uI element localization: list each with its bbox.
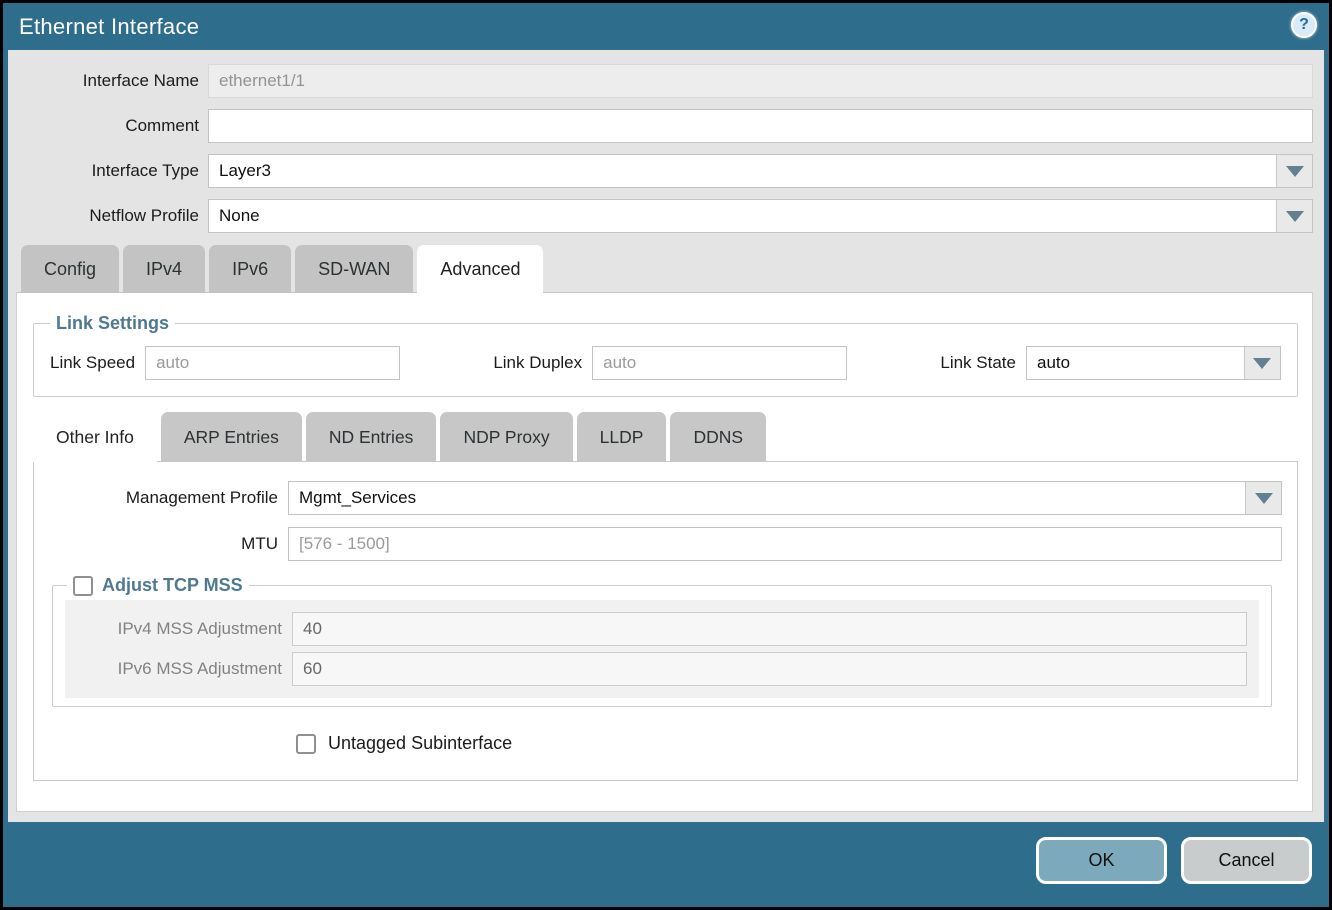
link-state-dropdown[interactable]: auto bbox=[1026, 346, 1281, 380]
link-speed-pair: Link Speed bbox=[50, 346, 400, 380]
adjust-tcp-mss-fieldset: Adjust TCP MSS IPv4 MSS Adjustment IPv6 … bbox=[52, 575, 1272, 707]
cancel-button[interactable]: Cancel bbox=[1181, 837, 1312, 884]
mtu-field bbox=[288, 527, 1282, 561]
interface-name-row: Interface Name bbox=[16, 64, 1313, 98]
adjust-tcp-mss-legend-text: Adjust TCP MSS bbox=[102, 575, 243, 596]
interface-name-label: Interface Name bbox=[16, 71, 208, 91]
dialog-body: Interface Name Comment Interface Type La… bbox=[8, 50, 1324, 822]
tab-nd-entries[interactable]: ND Entries bbox=[306, 412, 437, 462]
link-settings-row: Link Speed Link Duplex Link State bbox=[48, 342, 1283, 380]
tab-other-info[interactable]: Other Info bbox=[33, 412, 157, 462]
ipv6-mss-row: IPv6 MSS Adjustment bbox=[77, 652, 1247, 686]
interface-type-value: Layer3 bbox=[209, 161, 1276, 181]
ipv4-mss-input bbox=[293, 613, 1246, 645]
link-duplex-pair: Link Duplex bbox=[493, 346, 847, 380]
comment-row: Comment bbox=[16, 109, 1313, 143]
chevron-down-icon bbox=[1286, 211, 1304, 222]
help-icon[interactable]: ? bbox=[1291, 12, 1317, 38]
dialog-footer: OK Cancel bbox=[3, 822, 1329, 907]
untagged-subinterface-label: Untagged Subinterface bbox=[328, 733, 512, 754]
tab-ipv6[interactable]: IPv6 bbox=[209, 245, 291, 293]
chevron-down-icon bbox=[1255, 493, 1273, 504]
advanced-tab-panel: Link Settings Link Speed Link Duplex bbox=[16, 292, 1313, 812]
ipv6-mss-label: IPv6 MSS Adjustment bbox=[77, 659, 292, 679]
netflow-profile-dropdown-button[interactable] bbox=[1276, 200, 1312, 232]
adjust-tcp-mss-checkbox[interactable] bbox=[73, 576, 93, 596]
interface-type-label: Interface Type bbox=[16, 161, 208, 181]
management-profile-dropdown[interactable]: Mgmt_Services bbox=[288, 481, 1282, 515]
netflow-profile-row: Netflow Profile None bbox=[16, 199, 1313, 233]
management-profile-row: Management Profile Mgmt_Services bbox=[38, 481, 1282, 515]
link-settings-fieldset: Link Settings Link Speed Link Duplex bbox=[33, 313, 1298, 397]
interface-name-field bbox=[208, 64, 1313, 98]
link-state-pair: Link State auto bbox=[940, 346, 1281, 380]
other-info-panel: Management Profile Mgmt_Services MTU bbox=[33, 461, 1298, 781]
management-profile-value: Mgmt_Services bbox=[289, 488, 1245, 508]
link-state-label: Link State bbox=[940, 353, 1026, 373]
ipv4-mss-row: IPv4 MSS Adjustment bbox=[77, 612, 1247, 646]
untagged-subinterface-row: Untagged Subinterface bbox=[296, 733, 1282, 754]
link-state-value: auto bbox=[1027, 353, 1244, 373]
main-tab-bar: Config IPv4 IPv6 SD-WAN Advanced bbox=[21, 245, 1313, 293]
untagged-subinterface-checkbox[interactable] bbox=[296, 734, 316, 754]
ipv6-mss-field bbox=[292, 652, 1247, 686]
ipv6-mss-input bbox=[293, 653, 1246, 685]
tab-ndp-proxy[interactable]: NDP Proxy bbox=[440, 412, 572, 462]
tab-config[interactable]: Config bbox=[21, 245, 119, 293]
ethernet-interface-dialog: Ethernet Interface ? Interface Name Comm… bbox=[3, 3, 1329, 907]
tab-sdwan[interactable]: SD-WAN bbox=[295, 245, 413, 293]
tab-ipv4[interactable]: IPv4 bbox=[123, 245, 205, 293]
tab-advanced[interactable]: Advanced bbox=[417, 245, 543, 293]
mtu-row: MTU bbox=[38, 527, 1282, 561]
interface-type-dropdown-button[interactable] bbox=[1276, 155, 1312, 187]
tab-lldp[interactable]: LLDP bbox=[577, 412, 667, 462]
comment-field bbox=[208, 109, 1313, 143]
comment-label: Comment bbox=[16, 116, 208, 136]
link-state-dropdown-button[interactable] bbox=[1244, 347, 1280, 379]
link-speed-field bbox=[145, 346, 400, 380]
link-duplex-input[interactable] bbox=[593, 347, 846, 379]
inner-tab-bar: Other Info ARP Entries ND Entries NDP Pr… bbox=[33, 412, 1298, 462]
link-duplex-field bbox=[592, 346, 847, 380]
interface-type-dropdown[interactable]: Layer3 bbox=[208, 154, 1313, 188]
ipv4-mss-field bbox=[292, 612, 1247, 646]
netflow-profile-label: Netflow Profile bbox=[16, 206, 208, 226]
link-speed-label: Link Speed bbox=[50, 353, 145, 373]
netflow-profile-dropdown[interactable]: None bbox=[208, 199, 1313, 233]
ipv4-mss-label: IPv4 MSS Adjustment bbox=[77, 619, 292, 639]
management-profile-dropdown-button[interactable] bbox=[1245, 482, 1281, 514]
mss-disabled-area: IPv4 MSS Adjustment IPv6 MSS Adjustment bbox=[65, 600, 1259, 698]
netflow-profile-value: None bbox=[209, 206, 1276, 226]
link-duplex-label: Link Duplex bbox=[493, 353, 592, 373]
tab-arp-entries[interactable]: ARP Entries bbox=[161, 412, 302, 462]
adjust-tcp-mss-legend: Adjust TCP MSS bbox=[67, 575, 249, 596]
interface-type-row: Interface Type Layer3 bbox=[16, 154, 1313, 188]
link-speed-input[interactable] bbox=[146, 347, 399, 379]
ok-button[interactable]: OK bbox=[1036, 837, 1167, 884]
chevron-down-icon bbox=[1286, 166, 1304, 177]
management-profile-label: Management Profile bbox=[38, 488, 288, 508]
interface-name-input bbox=[209, 65, 1312, 97]
dialog-title: Ethernet Interface bbox=[19, 14, 199, 40]
tab-ddns[interactable]: DDNS bbox=[670, 412, 766, 462]
mtu-input[interactable] bbox=[289, 528, 1281, 560]
dialog-title-bar: Ethernet Interface ? bbox=[3, 3, 1329, 50]
link-settings-legend: Link Settings bbox=[50, 313, 175, 334]
chevron-down-icon bbox=[1253, 358, 1271, 369]
mtu-label: MTU bbox=[38, 534, 288, 554]
comment-input[interactable] bbox=[209, 110, 1312, 142]
